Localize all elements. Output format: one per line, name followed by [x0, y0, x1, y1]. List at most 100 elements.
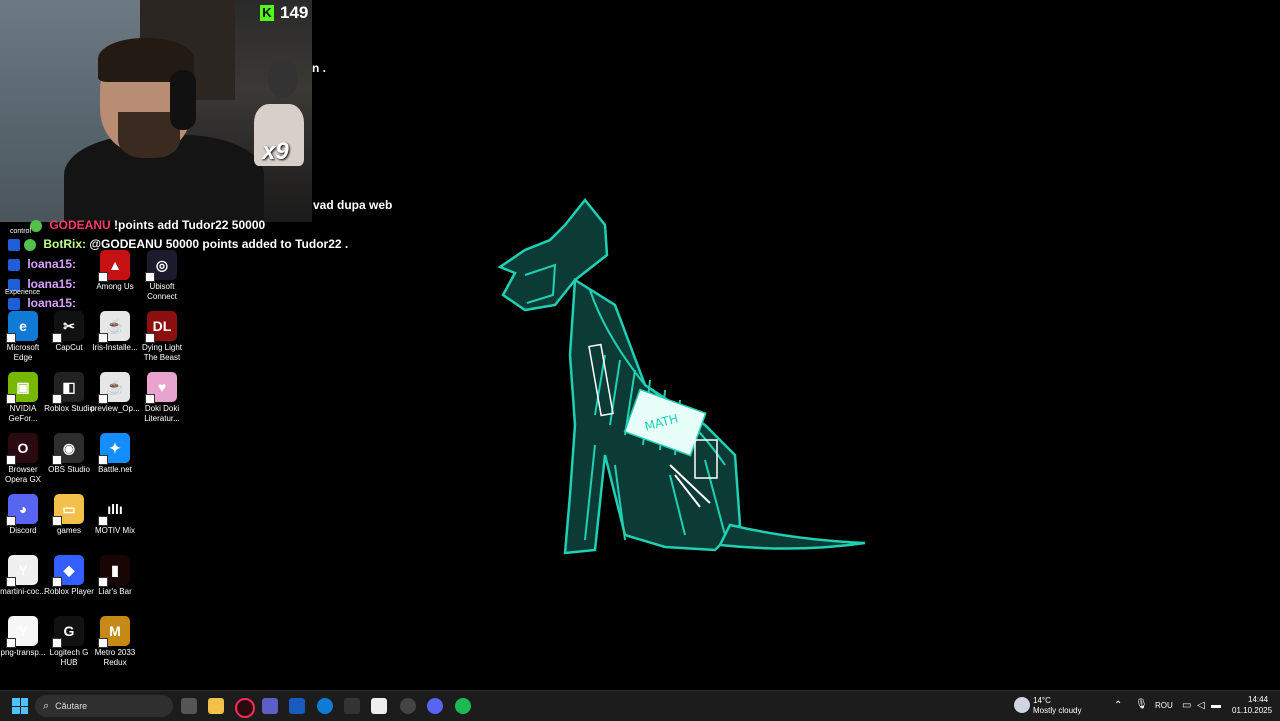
- shortcut-arrow-icon: [6, 577, 16, 587]
- shortcut-arrow-icon: [6, 638, 16, 648]
- clock-time[interactable]: 14:44: [1248, 695, 1268, 704]
- file-explorer-icon[interactable]: [208, 698, 224, 714]
- desktop-icon[interactable]: G Logitech G HUB: [46, 616, 92, 668]
- app-icon: ◆: [52, 555, 84, 587]
- language-indicator[interactable]: ROU: [1155, 701, 1173, 710]
- store-icon[interactable]: [371, 698, 387, 714]
- desktop-icon[interactable]: ◎ Ubisoft Connect: [139, 250, 185, 302]
- app-icon: Y: [6, 555, 38, 587]
- chat-line: GODEANU !points add Tudor22 50000: [0, 218, 265, 232]
- chat-fragment: n .: [312, 61, 326, 75]
- windows-start-icon[interactable]: [12, 698, 28, 714]
- shortcut-arrow-icon: [145, 272, 155, 282]
- desktop-icon[interactable]: ◧ Roblox Studio: [44, 372, 94, 414]
- microphone-icon[interactable]: 🎙: [1135, 699, 1148, 710]
- epic-games-icon[interactable]: [344, 698, 360, 714]
- desktop-icon[interactable]: ▮ Liar's Bar: [92, 555, 138, 597]
- desktop-icon[interactable]: ♥ Doki Doki Literatur...: [139, 372, 185, 424]
- desktop-icon-label: Discord: [9, 526, 37, 535]
- shortcut-arrow-icon: [98, 516, 108, 526]
- app-icon: ◉: [52, 433, 84, 465]
- chat-username: loana15:: [27, 296, 77, 310]
- tray-chevron-icon[interactable]: ⌃: [1114, 700, 1122, 711]
- desktop-icon[interactable]: ◕ Discord: [0, 494, 46, 536]
- shortcut-arrow-icon: [52, 638, 62, 648]
- desktop-icon-label: Roblox Studio: [44, 404, 94, 413]
- app-icon: ıllı: [98, 494, 130, 526]
- desktop-icon-label: CapCut: [55, 343, 83, 352]
- app-icon: ◧: [52, 372, 84, 404]
- chat-username: BotRix:: [43, 237, 87, 251]
- viewer-count: 149: [280, 3, 309, 22]
- taskbar: ⌕ Căutare 14°C Mostly cloudy ⌃ 🎙 ROU ▭ ◁…: [0, 690, 1280, 721]
- shortcut-arrow-icon: [52, 333, 62, 343]
- shortcut-arrow-icon: [52, 455, 62, 465]
- chat-line: loana15:: [0, 296, 76, 310]
- app-icon: ▣: [6, 372, 38, 404]
- verified-badge-icon: [30, 219, 42, 232]
- app-icon: ▭: [52, 494, 84, 526]
- shortcut-arrow-icon: [6, 333, 16, 343]
- app-icon: ◎: [145, 250, 177, 282]
- shortcut-arrow-icon: [6, 455, 16, 465]
- task-view-icon[interactable]: [181, 698, 197, 714]
- shortcut-arrow-icon: [6, 516, 16, 526]
- taskbar-search[interactable]: ⌕ Căutare: [35, 695, 173, 717]
- weather-desc[interactable]: Mostly cloudy: [1033, 706, 1081, 715]
- opera-gx-icon[interactable]: [235, 698, 255, 718]
- spotify-icon[interactable]: [455, 698, 471, 714]
- search-placeholder: Căutare: [55, 701, 88, 711]
- cat-sticker-label: x9: [262, 138, 289, 165]
- partial-icon-label: Experience: [5, 289, 41, 296]
- shortcut-arrow-icon: [145, 333, 155, 343]
- desktop-icon-label: martini-coc...: [0, 587, 46, 596]
- desktop-icon[interactable]: Ypng-transp...: [0, 616, 46, 658]
- volume-icon[interactable]: ◁: [1197, 700, 1205, 711]
- desktop-icon-label: MOTIV Mix: [95, 526, 135, 535]
- desktop-icon[interactable]: ▣ NVIDIA GeFor...: [0, 372, 46, 424]
- partial-icon-label: control: [10, 228, 32, 235]
- desktop-icon-label: Logitech G HUB: [49, 648, 89, 667]
- desktop-icon[interactable]: Ymartini-coc...: [0, 555, 46, 597]
- shortcut-arrow-icon: [52, 516, 62, 526]
- chat-username: GODEANU: [49, 218, 111, 232]
- headphones: [170, 70, 196, 130]
- desktop-icon[interactable]: ▲ Among Us: [92, 250, 138, 292]
- desktop-icon-label: preview_Op...: [90, 404, 140, 413]
- weather-icon[interactable]: [1014, 697, 1030, 713]
- xray-dog-wallpaper: MATH: [497, 197, 866, 555]
- clock-date[interactable]: 01.10.2025: [1232, 706, 1272, 715]
- teams-icon[interactable]: [262, 698, 278, 714]
- desktop-icon[interactable]: ☕ Iris-Installe...: [92, 311, 138, 353]
- desktop-icon-label: png-transp...: [0, 648, 46, 657]
- desktop-icon-label: Ubisoft Connect: [147, 282, 177, 301]
- desktop-icon-label: NVIDIA GeFor...: [8, 404, 38, 423]
- shortcut-arrow-icon: [98, 333, 108, 343]
- battery-icon[interactable]: ▬: [1211, 700, 1221, 711]
- desktop-icon-label: Among Us: [96, 282, 134, 291]
- desktop-icon[interactable]: ◆ Roblox Player: [44, 555, 94, 597]
- desktop-icon[interactable]: DL Dying Light The Beast: [139, 311, 185, 363]
- network-icon[interactable]: ▭: [1182, 700, 1191, 711]
- edge-icon[interactable]: [317, 698, 333, 714]
- app-icon: ▮: [98, 555, 130, 587]
- desktop-icon[interactable]: ▭ games: [46, 494, 92, 536]
- desktop-icon[interactable]: ✦ Battle.net: [92, 433, 138, 475]
- desktop-icon[interactable]: M Metro 2033 Redux: [92, 616, 138, 668]
- weather-temp[interactable]: 14°C: [1033, 696, 1051, 705]
- desktop-icon[interactable]: ☕ preview_Op...: [90, 372, 140, 414]
- word-icon[interactable]: [289, 698, 305, 714]
- shortcut-arrow-icon: [6, 394, 16, 404]
- chat-line: BotRix: @GODEANU 50000 points added to T…: [0, 237, 348, 251]
- desktop-icon[interactable]: O Browser Opera GX: [0, 433, 46, 485]
- search-icon: ⌕: [43, 699, 50, 712]
- desktop-icon[interactable]: e Microsoft Edge: [0, 311, 46, 363]
- desktop-icon-label: Metro 2033 Redux: [94, 648, 136, 667]
- desktop-icon[interactable]: ◉ OBS Studio: [46, 433, 92, 475]
- desktop-icon[interactable]: ✂ CapCut: [46, 311, 92, 353]
- verified-badge-icon: [24, 238, 36, 251]
- discord-icon[interactable]: [427, 698, 443, 714]
- desktop-icon-label: games: [56, 526, 81, 535]
- desktop-icon[interactable]: ıllı MOTIV Mix: [92, 494, 138, 536]
- obs-icon[interactable]: [400, 698, 416, 714]
